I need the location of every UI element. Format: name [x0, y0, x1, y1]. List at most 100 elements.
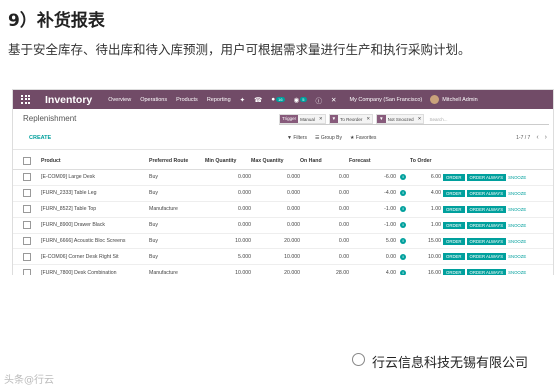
debug-icon[interactable]: ✦: [240, 96, 245, 104]
row-checkbox[interactable]: [13, 201, 41, 218]
snooze-button[interactable]: SNOOZE: [508, 254, 526, 259]
checkbox-icon[interactable]: [23, 173, 31, 182]
search-input[interactable]: Search...: [429, 117, 447, 122]
cell-max-qty[interactable]: 0.000: [251, 217, 300, 234]
cell-route[interactable]: Buy: [149, 217, 205, 234]
row-checkbox[interactable]: [13, 233, 41, 250]
company-switcher[interactable]: My Company (San Francisco): [349, 97, 422, 103]
cell-route[interactable]: Buy: [149, 248, 205, 266]
col-on-hand[interactable]: On Hand: [300, 152, 349, 170]
checkbox-icon[interactable]: [23, 205, 31, 214]
checkbox-icon[interactable]: [23, 221, 31, 230]
cell-to-order[interactable]: 6.00: [410, 169, 443, 186]
checkbox-icon[interactable]: [23, 237, 31, 245]
user-menu[interactable]: Mitchell Admin: [442, 97, 477, 103]
cell-to-order[interactable]: 4.00: [410, 185, 443, 202]
menu-operations[interactable]: Operations: [140, 97, 167, 103]
facet-remove-icon[interactable]: ✕: [317, 116, 325, 122]
cell-product[interactable]: [FURN_8900] Drawer Black: [41, 217, 149, 234]
row-checkbox[interactable]: [13, 248, 41, 266]
order-always-button[interactable]: ORDER ALWAYS: [466, 253, 507, 261]
info-icon[interactable]: ⓘ: [316, 95, 323, 105]
snooze-button[interactable]: SNOOZE: [508, 207, 526, 212]
cell-max-qty[interactable]: 20.000: [251, 233, 300, 250]
snooze-button[interactable]: SNOOZE: [508, 239, 526, 244]
info-icon[interactable]: i: [400, 190, 406, 197]
cell-min-qty[interactable]: 0.000: [205, 201, 251, 218]
cell-to-order[interactable]: 15.00: [410, 233, 443, 250]
row-checkbox[interactable]: [13, 185, 41, 202]
table-row[interactable]: [FURN_8522] Table Top Manufacture 0.000 0.0…: [13, 201, 553, 218]
chevron-left-icon[interactable]: ‹: [536, 134, 538, 141]
snooze-button[interactable]: SNOOZE: [508, 175, 526, 180]
checkbox-icon[interactable]: [23, 189, 31, 198]
cell-product[interactable]: [FURN_8522] Table Top: [41, 201, 149, 218]
cell-route[interactable]: Buy: [149, 185, 205, 202]
order-button[interactable]: ORDER: [443, 237, 465, 245]
chevron-right-icon[interactable]: ›: [545, 134, 547, 141]
chat-icon[interactable]: ● 16: [271, 96, 285, 103]
favorites-dropdown[interactable]: ★ Favorites: [350, 135, 376, 141]
col-route[interactable]: Preferred Route: [149, 152, 205, 170]
order-always-button[interactable]: ORDER ALWAYS: [466, 237, 507, 245]
cell-to-order[interactable]: 10.00: [410, 248, 443, 266]
cell-product[interactable]: [FURN_2333] Table Leg: [41, 185, 149, 202]
avatar[interactable]: [430, 95, 440, 104]
cell-route[interactable]: Manufacture: [149, 201, 205, 218]
row-checkbox[interactable]: [13, 217, 41, 234]
menu-overview[interactable]: Overview: [108, 97, 131, 103]
cell-to-order[interactable]: 1.00: [410, 217, 443, 234]
cell-route[interactable]: Buy: [149, 169, 205, 186]
info-icon[interactable]: i: [400, 206, 406, 213]
col-forecast[interactable]: Forecast: [349, 152, 396, 170]
order-always-button[interactable]: ORDER ALWAYS: [466, 205, 507, 213]
cell-min-qty[interactable]: 0.000: [205, 185, 251, 202]
filters-dropdown[interactable]: ▼ Filters: [287, 135, 307, 141]
order-button[interactable]: ORDER: [443, 173, 465, 181]
cell-product[interactable]: [E-COM09] Large Desk: [41, 169, 149, 186]
info-icon[interactable]: i: [400, 174, 406, 181]
groupby-dropdown[interactable]: ☰ Group By: [315, 135, 342, 141]
activity-icon[interactable]: ◉ 5: [294, 96, 307, 104]
cell-min-qty[interactable]: 10.000: [205, 233, 251, 250]
row-checkbox[interactable]: [13, 169, 41, 186]
pager-value[interactable]: 1-7 / 7: [516, 135, 530, 141]
table-row[interactable]: [FURN_8900] Drawer Black Buy 0.000 0.000 0.0…: [13, 217, 553, 234]
snooze-button[interactable]: SNOOZE: [508, 223, 526, 228]
snooze-button[interactable]: SNOOZE: [508, 191, 526, 196]
menu-reporting[interactable]: Reporting: [207, 97, 231, 103]
select-all-checkbox[interactable]: [13, 152, 41, 170]
cell-to-order[interactable]: 1.00: [410, 201, 443, 218]
cell-product[interactable]: [E-COM06] Corner Desk Right Sit: [41, 248, 149, 266]
cell-min-qty[interactable]: 0.000: [205, 217, 251, 234]
order-button[interactable]: ORDER: [443, 221, 465, 229]
facet-remove-icon[interactable]: ✕: [364, 116, 372, 122]
create-button[interactable]: CREATE: [29, 135, 51, 141]
facet-remove-icon[interactable]: ✕: [416, 116, 424, 122]
info-icon[interactable]: i: [400, 221, 406, 228]
app-name[interactable]: Inventory: [45, 94, 92, 106]
col-min-qty[interactable]: Min Quantity: [205, 152, 251, 170]
col-max-qty[interactable]: Max Quantity: [251, 152, 300, 170]
apps-grid-icon[interactable]: [21, 94, 31, 105]
cell-route[interactable]: Buy: [149, 233, 205, 250]
info-icon[interactable]: i: [400, 237, 406, 244]
search-bar[interactable]: Trigger Manual ✕ ▼ To Reorder ✕ ▼ Not Sn…: [279, 114, 549, 125]
cell-product[interactable]: [FURN_6666] Acoustic Bloc Screens: [41, 233, 149, 250]
order-button[interactable]: ORDER: [443, 205, 465, 213]
cell-min-qty[interactable]: 0.000: [205, 169, 251, 186]
col-to-order[interactable]: To Order: [410, 152, 443, 170]
order-always-button[interactable]: ORDER ALWAYS: [466, 189, 507, 197]
order-button[interactable]: ORDER: [443, 189, 465, 197]
table-row[interactable]: [FURN_6666] Acoustic Bloc Screens Buy 10.0…: [13, 233, 553, 250]
checkbox-icon[interactable]: [23, 156, 31, 165]
info-icon[interactable]: i: [400, 253, 406, 260]
table-row[interactable]: [E-COM09] Large Desk Buy 0.000 0.000 0.00 -6.…: [13, 169, 553, 186]
order-always-button[interactable]: ORDER ALWAYS: [466, 221, 507, 229]
table-row[interactable]: [E-COM06] Corner Desk Right Sit Buy 5.000 1…: [13, 248, 553, 266]
order-always-button[interactable]: ORDER ALWAYS: [466, 173, 507, 181]
checkbox-icon[interactable]: [23, 252, 31, 261]
col-product[interactable]: Product: [41, 152, 149, 170]
order-button[interactable]: ORDER: [443, 253, 465, 261]
cell-max-qty[interactable]: 10.000: [251, 248, 300, 266]
